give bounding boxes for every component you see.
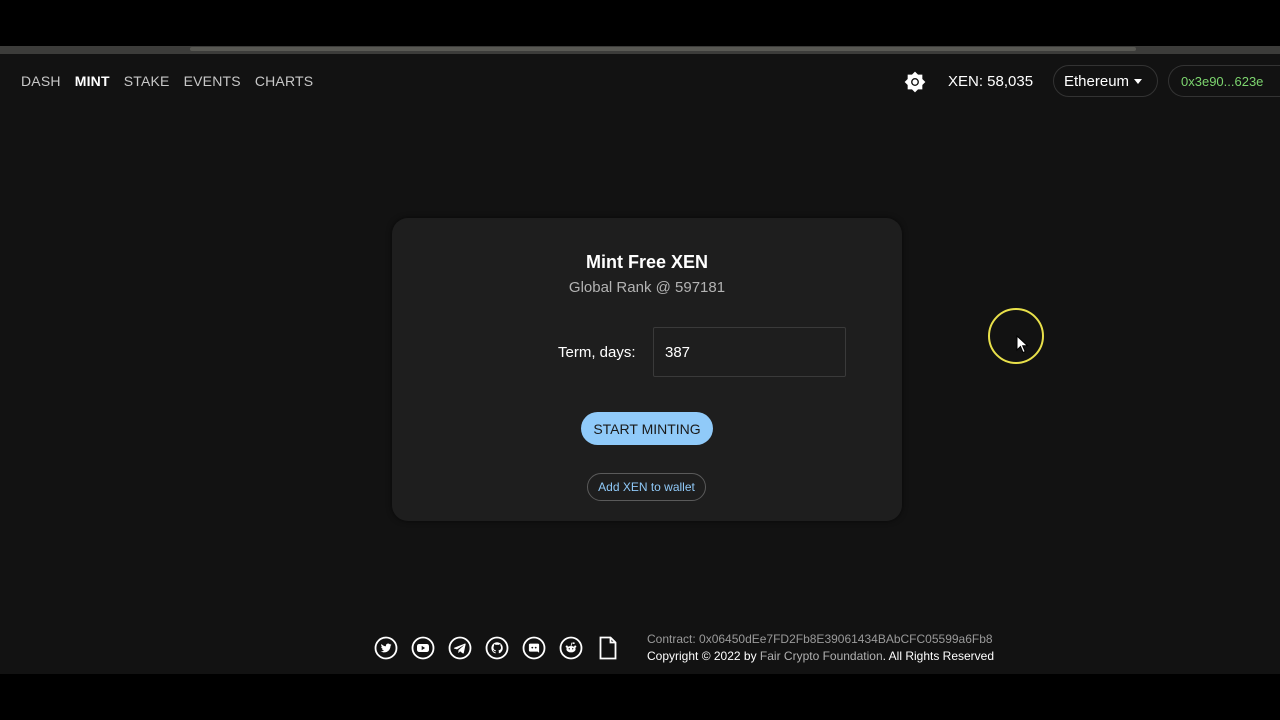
fair-crypto-foundation-link[interactable]: Fair Crypto Foundation bbox=[760, 649, 883, 663]
theme-toggle-sun-icon[interactable] bbox=[904, 71, 926, 93]
document-icon[interactable] bbox=[596, 636, 620, 660]
nav-link-stake[interactable]: STAKE bbox=[124, 73, 170, 89]
add-xen-to-wallet-button[interactable]: Add XEN to wallet bbox=[587, 473, 706, 501]
term-label: Term, days: bbox=[558, 344, 636, 361]
mouse-cursor-icon bbox=[1016, 334, 1030, 355]
start-minting-button[interactable]: START MINTING bbox=[581, 412, 713, 445]
app-page: DASH MINT STAKE EVENTS CHARTS XEN: 58,03… bbox=[0, 54, 1280, 674]
chevron-down-icon bbox=[1134, 78, 1143, 84]
network-label: Ethereum bbox=[1064, 72, 1130, 90]
browser-scrollbar-area bbox=[0, 46, 1280, 54]
copyright-prefix: Copyright © 2022 by bbox=[647, 649, 760, 663]
global-rank: Global Rank @ 597181 bbox=[568, 279, 726, 296]
card-title: Mint Free XEN bbox=[585, 252, 709, 272]
discord-icon[interactable] bbox=[522, 636, 546, 660]
wallet-address-button[interactable]: 0x3e90...623e bbox=[1168, 65, 1280, 97]
main-nav: DASH MINT STAKE EVENTS CHARTS bbox=[21, 73, 327, 89]
term-days-input[interactable] bbox=[653, 327, 846, 377]
twitter-icon[interactable] bbox=[374, 636, 398, 660]
social-links bbox=[374, 636, 633, 660]
youtube-icon[interactable] bbox=[411, 636, 435, 660]
nav-link-dash[interactable]: DASH bbox=[21, 73, 61, 89]
network-selector[interactable]: Ethereum bbox=[1053, 65, 1158, 97]
nav-link-charts[interactable]: CHARTS bbox=[255, 73, 314, 89]
video-letterbox-bottom bbox=[0, 674, 1280, 720]
xen-balance: XEN: 58,035 bbox=[948, 73, 1034, 90]
nav-link-events[interactable]: EVENTS bbox=[184, 73, 241, 89]
copyright: Copyright © 2022 by Fair Crypto Foundati… bbox=[647, 649, 994, 663]
telegram-icon[interactable] bbox=[448, 636, 472, 660]
nav-link-mint[interactable]: MINT bbox=[75, 73, 110, 89]
mint-card: Mint Free XEN Global Rank @ 597181 Term,… bbox=[392, 218, 902, 521]
reddit-icon[interactable] bbox=[559, 636, 583, 660]
horizontal-scrollbar[interactable] bbox=[190, 47, 1136, 51]
video-letterbox-top bbox=[0, 0, 1280, 46]
github-icon[interactable] bbox=[485, 636, 509, 660]
copyright-suffix: . All Rights Reserved bbox=[882, 649, 995, 663]
contract-address: Contract: 0x06450dEe7FD2Fb8E39061434BAbC… bbox=[647, 632, 993, 646]
